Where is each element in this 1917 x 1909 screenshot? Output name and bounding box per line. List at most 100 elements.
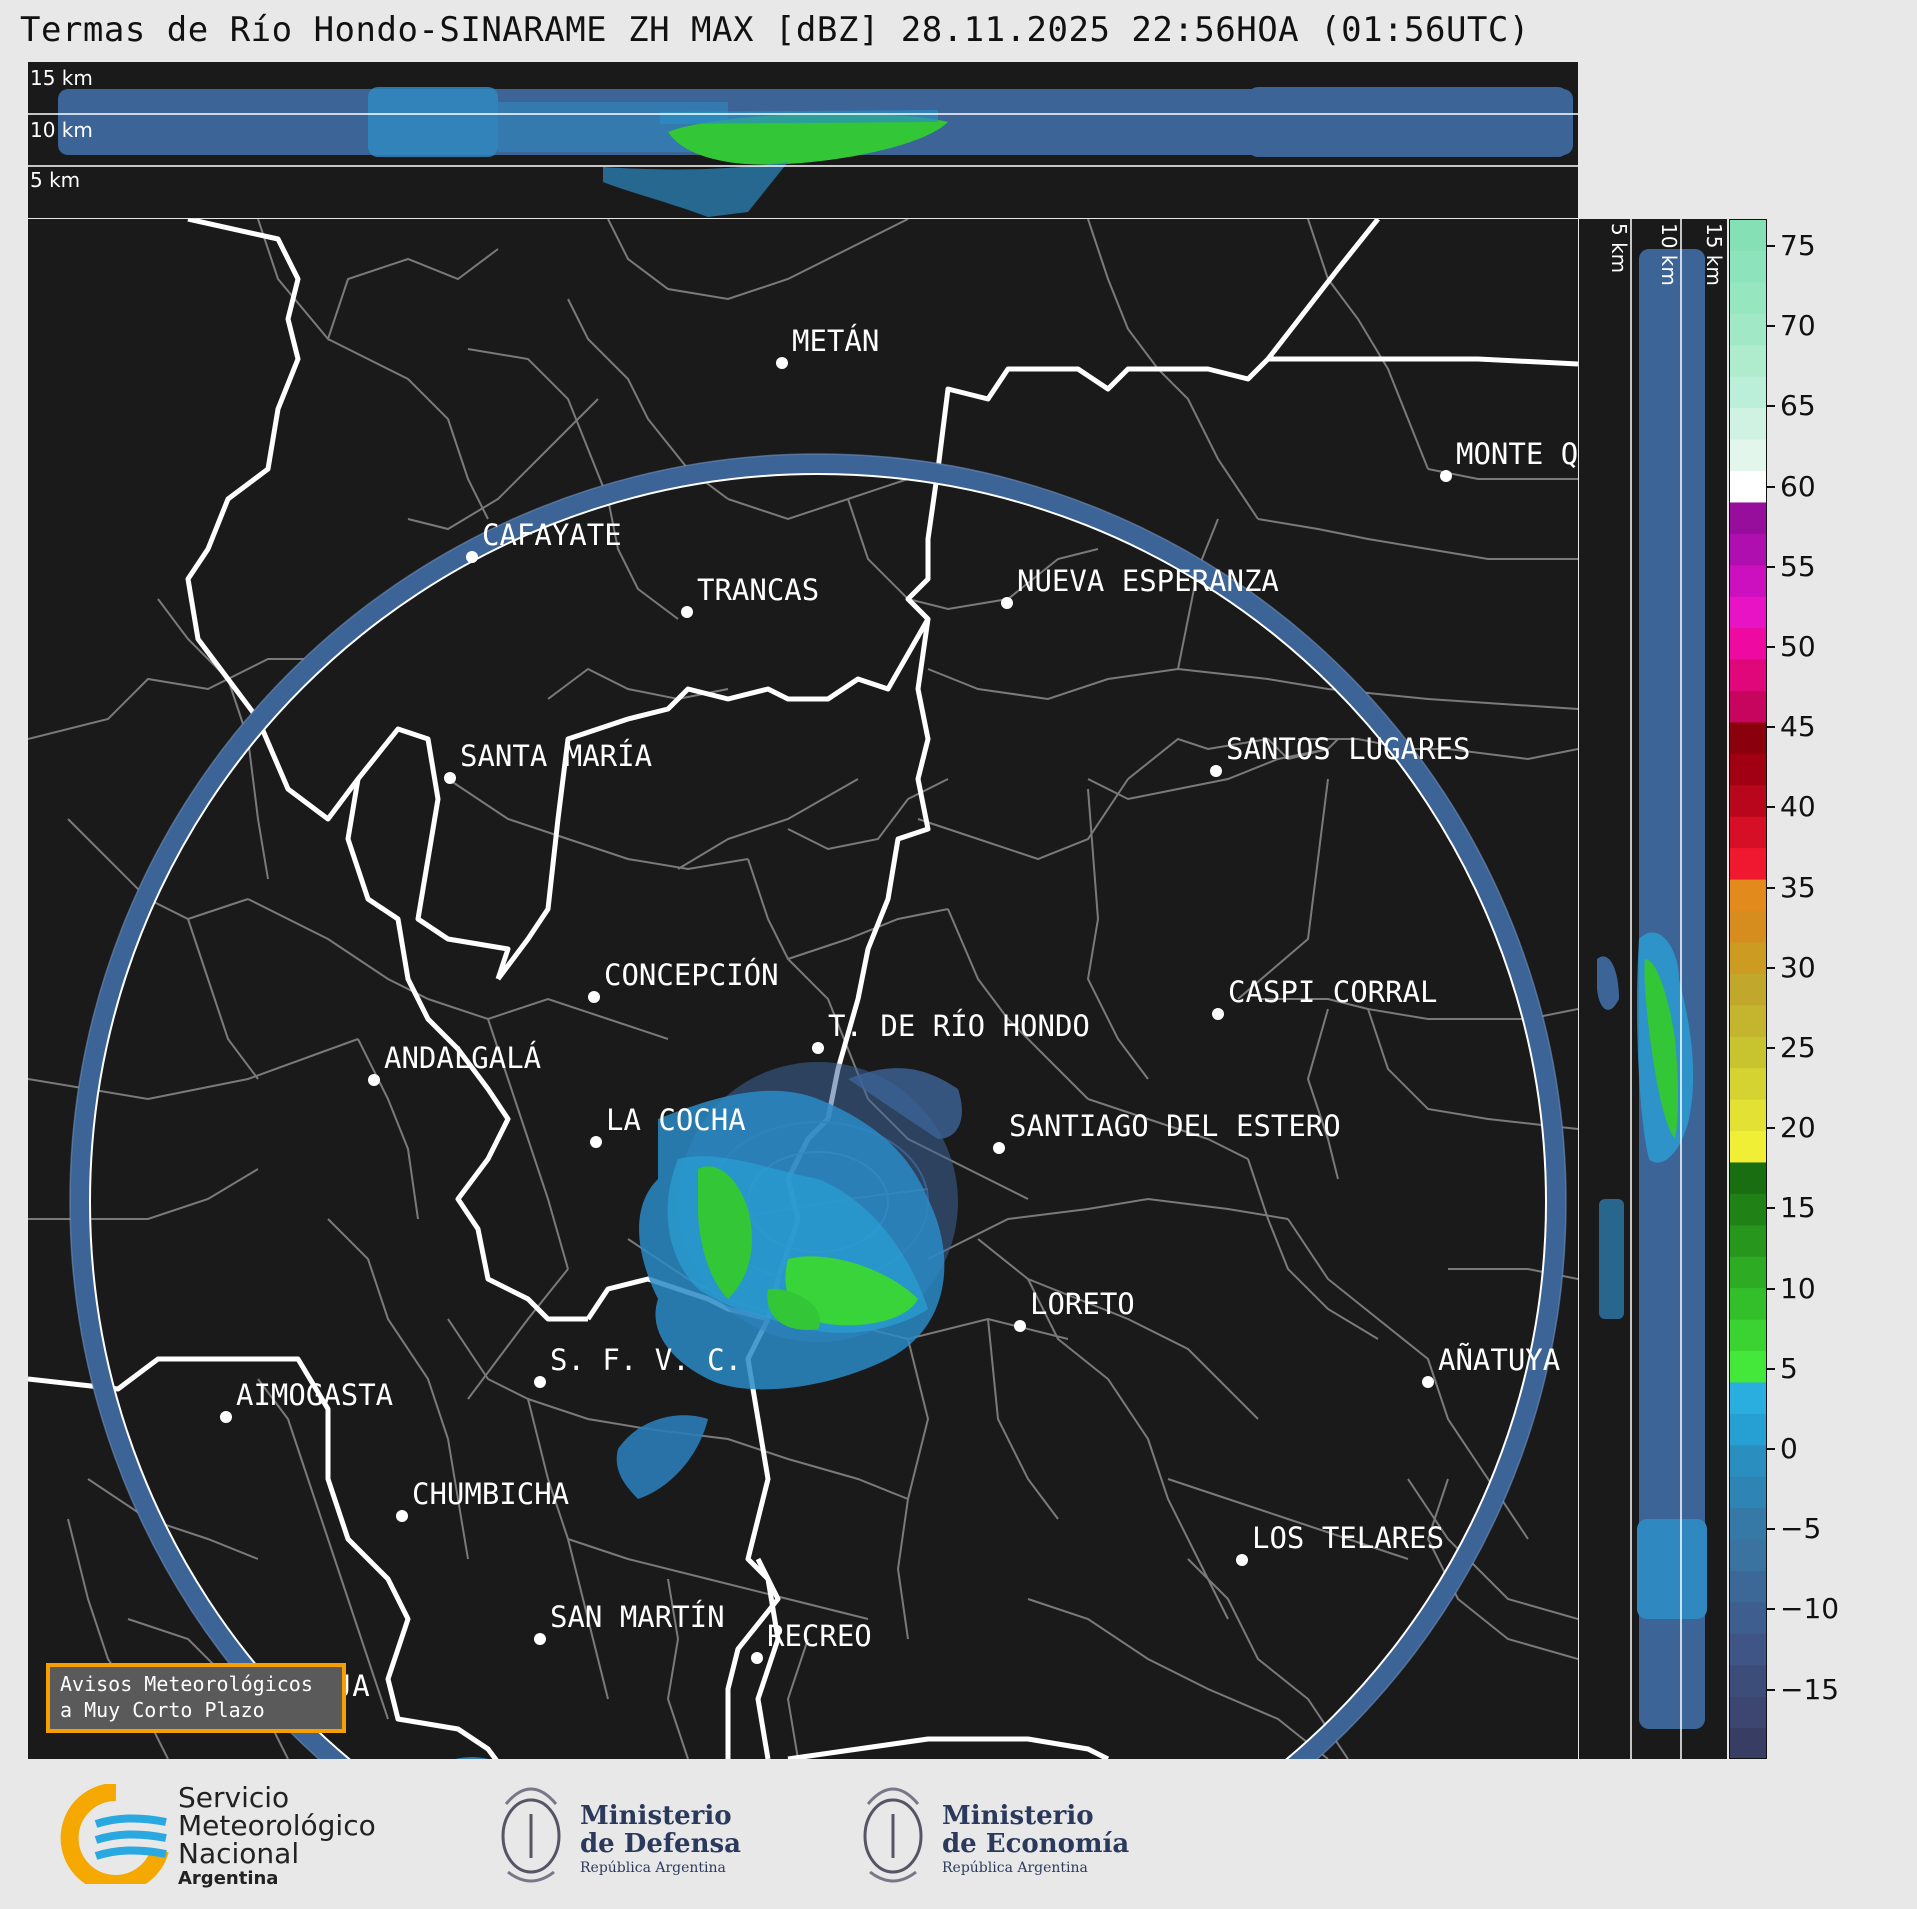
city-label: SANTIAGO DEL ESTERO: [1009, 1109, 1341, 1143]
city-dot: [1422, 1376, 1434, 1388]
city-dot: [590, 1136, 602, 1148]
colorbar-segment: [1729, 1633, 1767, 1666]
city-dot: [588, 991, 600, 1003]
colorbar-segment: [1729, 1256, 1767, 1289]
colorbar-segment: [1729, 376, 1767, 409]
colorbar-segment: [1729, 1507, 1767, 1540]
colorbar-segment: [1729, 564, 1767, 597]
colorbar-segment: [1729, 721, 1767, 754]
colorbar-segment: [1729, 1319, 1767, 1352]
colorbar-segment: [1729, 1224, 1767, 1257]
colorbar-tick-label: 40: [1780, 790, 1816, 824]
colorbar-segment: [1729, 313, 1767, 346]
colorbar-segment: [1729, 910, 1767, 943]
colorbar-segment: [1729, 879, 1767, 912]
city-dot: [1001, 597, 1013, 609]
top-echo-blue-left: [368, 87, 498, 157]
colorbar-tick-label: 20: [1780, 1111, 1816, 1145]
city-label: LOS TELARES: [1252, 1521, 1444, 1555]
city-marker: S. F. V. C.: [534, 1343, 742, 1388]
top-cross-section-svg: [28, 87, 1578, 217]
colorbar-tick-mark: [1767, 966, 1775, 969]
city-label: S. F. V. C.: [550, 1343, 742, 1377]
city-dot: [776, 357, 788, 369]
city-label: CONCEPCIÓN: [604, 958, 779, 992]
side-label-10km: 10 km: [1657, 223, 1681, 286]
colorbar: [1729, 219, 1767, 1759]
colorbar-tick-label: 75: [1780, 229, 1816, 262]
aviso-box[interactable]: Avisos Meteorológicos a Muy Corto Plazo: [46, 1663, 346, 1733]
city-label: AIMOGASTA: [236, 1378, 393, 1412]
city-marker: RECREO: [751, 1619, 872, 1664]
colorbar-tick-mark: [1767, 886, 1775, 889]
colorbar-tick-label: 5: [1780, 1351, 1798, 1385]
defensa-line1: Ministerio: [580, 1801, 732, 1831]
colorbar-tick-label: 55: [1780, 549, 1816, 583]
colorbar-segment: [1729, 1539, 1767, 1572]
city-label: T. DE RÍO HONDO: [828, 1009, 1090, 1043]
city-label: SAN MARTÍN: [550, 1600, 725, 1634]
defensa-line3: República Argentina: [580, 1860, 726, 1876]
top-label-15km: 15 km: [30, 66, 93, 90]
defensa-line2: de Defensa: [580, 1829, 741, 1859]
colorbar-segment: [1729, 847, 1767, 880]
city-marker: SANTA MARÍA: [444, 739, 652, 784]
city-dot: [812, 1042, 824, 1054]
top-echo-lower: [603, 162, 788, 217]
city-dot: [993, 1142, 1005, 1154]
city-label: ANDALGALÁ: [384, 1041, 541, 1075]
smn-line1: Servicio: [178, 1781, 290, 1814]
city-dot: [1212, 1008, 1224, 1020]
colorbar-tick-mark: [1767, 1367, 1775, 1370]
colorbar-tick-label: −5: [1780, 1512, 1822, 1546]
city-dot: [534, 1633, 546, 1645]
colorbar-segment: [1729, 344, 1767, 377]
economia-line3: República Argentina: [942, 1860, 1088, 1876]
colorbar-segment: [1729, 1036, 1767, 1069]
colorbar-segment: [1729, 1004, 1767, 1037]
colorbar-segment: [1729, 1287, 1767, 1320]
colorbar-segment: [1729, 784, 1767, 817]
city-marker: CAFAYATE: [466, 518, 622, 563]
economia-shield-icon: [863, 1787, 923, 1883]
colorbar-tick-label: 30: [1780, 950, 1816, 984]
colorbar-segment: [1729, 1696, 1767, 1729]
city-label: NUEVA ESPERANZA: [1017, 564, 1279, 598]
smn-line3: Nacional: [178, 1837, 300, 1870]
city-marker: TRANCAS: [681, 573, 819, 618]
radar-echoes: [455, 1062, 962, 1759]
city-label: LORETO: [1030, 1287, 1135, 1321]
colorbar-tick-mark: [1767, 245, 1775, 247]
city-label: MONTE Q: [1456, 437, 1578, 471]
city-dot: [444, 772, 456, 784]
colorbar-tick-label: −15: [1780, 1672, 1840, 1706]
colorbar-segment: [1729, 407, 1767, 440]
colorbar-segment: [1729, 659, 1767, 692]
colorbar-tick-label: 25: [1780, 1031, 1816, 1064]
colorbar-segment: [1729, 1476, 1767, 1509]
city-dot: [681, 606, 693, 618]
city-marker: AIMOGASTA: [220, 1378, 393, 1423]
city-dot: [466, 551, 478, 563]
city-marker: CONCEPCIÓN: [588, 958, 779, 1003]
colorbar-tick-label: 15: [1780, 1191, 1816, 1225]
colorbar-segment: [1729, 1570, 1767, 1603]
colorbar-tick-label: 70: [1780, 309, 1816, 343]
city-dot: [1210, 765, 1222, 777]
city-dot: [534, 1376, 546, 1388]
city-dot: [396, 1510, 408, 1522]
footer-logos: Servicio Meteorológico Nacional Argentin…: [0, 1762, 1917, 1909]
colorbar-segment: [1729, 250, 1767, 283]
colorbar-tick-label: 45: [1780, 710, 1816, 744]
city-layer: METÁN MONTE Q CAFAYATE TRANCAS NUEVA ESPERAN…: [214, 324, 1578, 1714]
city-marker: LOS TELARES: [1236, 1521, 1444, 1566]
city-dot: [368, 1074, 380, 1086]
colorbar-segment: [1729, 219, 1767, 252]
colorbar-segment: [1729, 1413, 1767, 1446]
colorbar-tick-mark: [1767, 806, 1775, 809]
economia-line1: Ministerio: [942, 1801, 1094, 1831]
city-label: CAFAYATE: [482, 518, 622, 552]
city-label: CHUMBICHA: [412, 1477, 569, 1511]
aviso-line2: a Muy Corto Plazo: [60, 1698, 265, 1722]
city-dot: [1236, 1554, 1248, 1566]
